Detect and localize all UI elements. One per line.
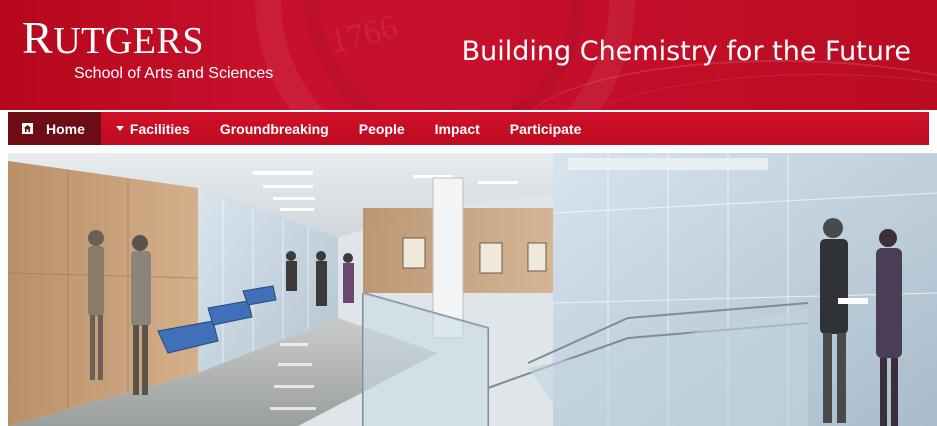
rutgers-wordmark: RUTGERS [22,12,204,63]
school-name: School of Arts and Sciences [74,65,274,82]
caret-down-icon [115,126,124,131]
site-header-banner: 1766 RUTGERS School of Arts and Sciences… [0,0,937,110]
nav-item-home[interactable]: Home [8,112,101,145]
hero-building-illustration [8,153,937,426]
nav-item-label: Impact [434,120,480,137]
nav-item-label: Participate [509,120,582,137]
nav-item-label: People [358,120,405,137]
nav-item-label: Facilities [129,120,190,137]
nav-item-label: Groundbreaking [219,120,329,137]
nav-item-groundbreaking[interactable]: Groundbreaking [205,112,344,145]
nav-item-people[interactable]: People [344,112,420,145]
rutgers-logo-link[interactable]: RUTGERS School of Arts and Sciences [22,12,274,83]
nav-item-label: Home [46,120,85,137]
home-icon [22,123,33,134]
nav-item-facilities[interactable]: Facilities [101,112,205,145]
site-tagline: Building Chemistry for the Future [461,36,911,67]
nav-item-impact[interactable]: Impact [420,112,495,145]
main-navigation: Home Facilities Groundbreaking People Im… [8,112,929,145]
nav-item-participate[interactable]: Participate [495,112,597,145]
